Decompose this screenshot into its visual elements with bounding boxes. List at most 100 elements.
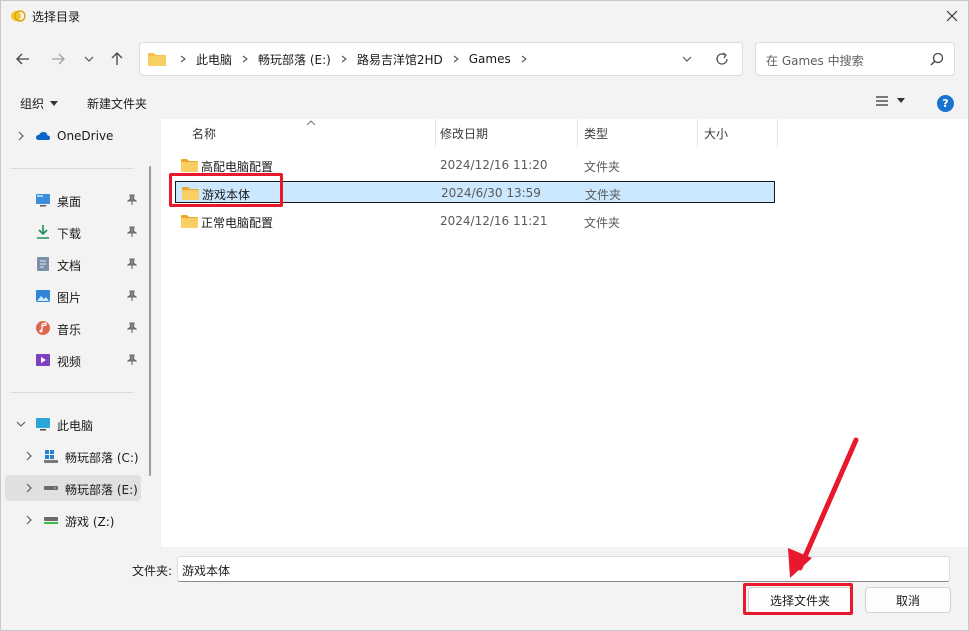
breadcrumb: 此电脑 畅玩部落 (E:) 路易吉洋馆2HD Games	[170, 43, 537, 75]
app-icon	[11, 10, 26, 22]
window-title: 选择目录	[32, 10, 81, 24]
help-button[interactable]: ?	[937, 95, 954, 112]
nav-label: 图片	[57, 291, 82, 305]
nav-label: 畅玩部落 (E:)	[65, 483, 138, 497]
breadcrumb-drive-e[interactable]: 畅玩部落 (E:)	[258, 51, 331, 68]
file-date: 2024/6/30 13:59	[441, 186, 541, 200]
search-icon	[930, 52, 944, 66]
pin-icon[interactable]	[127, 354, 137, 366]
view-options-button[interactable]	[875, 95, 905, 107]
chevron-down-icon[interactable]	[680, 52, 694, 66]
column-header-name[interactable]: 名称	[192, 119, 216, 147]
video-icon	[36, 354, 50, 366]
network-drive-icon	[44, 517, 58, 524]
chevron-right-icon	[238, 52, 252, 66]
chevron-right-icon	[176, 52, 190, 66]
search-input[interactable]: 在 Games 中搜索	[766, 52, 864, 69]
chevron-right-icon	[517, 52, 531, 66]
folder-icon	[181, 215, 198, 228]
forward-button[interactable]	[46, 47, 70, 71]
column-header-date[interactable]: 修改日期	[440, 119, 488, 147]
arrow-left-icon	[16, 53, 29, 65]
nav-item-onedrive[interactable]: OneDrive	[1, 123, 147, 149]
column-separator[interactable]	[697, 119, 698, 147]
navigation-pane: OneDrive 桌面 下载 文档 图片 音乐 视频 此电脑 畅玩部落 (C:)…	[1, 119, 157, 547]
organize-menu[interactable]: 组织	[20, 95, 59, 112]
nav-item-downloads[interactable]: 下载	[1, 219, 147, 245]
refresh-icon[interactable]	[714, 51, 730, 67]
nav-item-pictures[interactable]: 图片	[1, 283, 147, 309]
file-type: 文件夹	[585, 188, 622, 202]
file-date: 2024/12/16 11:20	[440, 158, 548, 172]
file-row[interactable]: 正常电脑配置 2024/12/16 11:21 文件夹	[175, 210, 775, 232]
nav-label: 游戏 (Z:)	[65, 515, 115, 529]
file-date: 2024/12/16 11:21	[440, 214, 548, 228]
music-icon	[36, 321, 50, 335]
pin-icon[interactable]	[127, 258, 137, 270]
breadcrumb-this-pc[interactable]: 此电脑	[196, 51, 232, 68]
desktop-icon	[36, 194, 50, 207]
address-bar[interactable]: 此电脑 畅玩部落 (E:) 路易吉洋馆2HD Games	[139, 42, 743, 76]
folder-icon	[148, 53, 166, 66]
column-separator[interactable]	[435, 119, 436, 147]
nav-label: 视频	[57, 355, 82, 369]
close-icon	[946, 10, 958, 22]
list-view-icon	[876, 96, 888, 106]
nav-item-music[interactable]: 音乐	[1, 315, 147, 341]
close-button[interactable]	[942, 6, 962, 26]
chevron-right-icon[interactable]	[23, 514, 35, 526]
cancel-button[interactable]: 取消	[865, 587, 951, 613]
nav-item-documents[interactable]: 文档	[1, 251, 147, 277]
drive-icon	[44, 486, 58, 490]
nav-item-videos[interactable]: 视频	[1, 347, 147, 373]
chevron-down-icon	[84, 56, 94, 62]
divider	[11, 392, 133, 393]
recent-locations-button[interactable]	[77, 47, 101, 71]
organize-label: 组织	[20, 97, 45, 111]
chevron-right-icon	[449, 52, 463, 66]
new-folder-button[interactable]: 新建文件夹	[87, 95, 147, 112]
chevron-right-icon[interactable]	[15, 130, 27, 142]
file-type: 文件夹	[584, 216, 621, 230]
nav-item-drive-z[interactable]: 游戏 (Z:)	[1, 507, 147, 533]
chevron-right-icon	[337, 52, 351, 66]
back-button[interactable]	[11, 47, 35, 71]
picture-icon	[36, 290, 50, 302]
annotation-highlight-folder	[169, 173, 283, 207]
breadcrumb-games[interactable]: Games	[469, 52, 511, 66]
column-header-size[interactable]: 大小	[704, 119, 728, 147]
pin-icon[interactable]	[127, 322, 137, 334]
up-button[interactable]	[105, 47, 129, 71]
nav-label: 下载	[57, 227, 82, 241]
folder-field-label: 文件夹:	[132, 564, 173, 578]
annotation-arrow-icon	[788, 437, 859, 578]
pin-icon[interactable]	[127, 226, 137, 238]
windows-drive-icon	[44, 450, 58, 463]
breadcrumb-game-folder[interactable]: 路易吉洋馆2HD	[357, 51, 443, 68]
file-type: 文件夹	[584, 160, 621, 174]
arrow-right-icon	[52, 53, 65, 65]
nav-item-drive-e[interactable]: 畅玩部落 (E:)	[5, 475, 141, 501]
search-box[interactable]: 在 Games 中搜索	[755, 42, 955, 76]
nav-item-this-pc[interactable]: 此电脑	[1, 411, 147, 437]
caret-down-icon	[897, 98, 905, 103]
nav-label: OneDrive	[57, 129, 114, 143]
chevron-right-icon[interactable]	[23, 482, 35, 494]
nav-item-drive-c[interactable]: 畅玩部落 (C:)	[1, 443, 147, 469]
nav-item-desktop[interactable]: 桌面	[1, 187, 147, 213]
chevron-down-icon[interactable]	[15, 418, 27, 430]
pin-icon[interactable]	[127, 290, 137, 302]
file-name: 正常电脑配置	[201, 216, 274, 230]
nav-label: 文档	[57, 259, 82, 273]
column-separator[interactable]	[777, 119, 778, 147]
column-separator[interactable]	[577, 119, 578, 147]
pin-icon[interactable]	[127, 194, 137, 206]
caret-down-icon	[50, 100, 59, 106]
column-header-type[interactable]: 类型	[584, 119, 608, 147]
command-bar: 组织 新建文件夹	[1, 89, 968, 117]
nav-scrollbar[interactable]	[149, 166, 151, 476]
nav-label: 此电脑	[57, 419, 94, 433]
chevron-right-icon[interactable]	[23, 450, 35, 462]
document-icon	[37, 257, 49, 271]
nav-label: 音乐	[57, 323, 82, 337]
